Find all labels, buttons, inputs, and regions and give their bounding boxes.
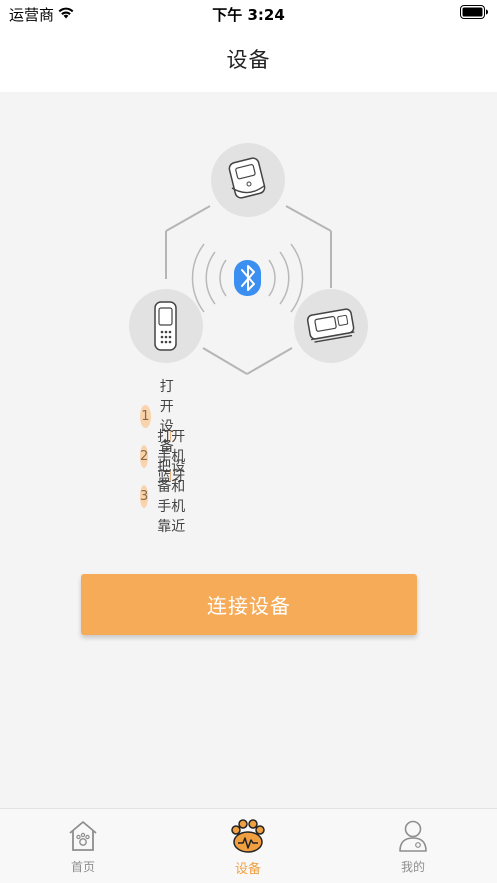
battery-icon xyxy=(460,5,488,19)
step-item: 3 把设备和手机靠近 xyxy=(140,459,186,535)
tab-profile[interactable]: 我的 xyxy=(353,809,473,883)
status-bar: 运营商 下午 3:24 xyxy=(0,0,497,26)
paw-icon xyxy=(231,819,265,853)
tab-device-label: 设备 xyxy=(234,862,261,877)
device-screen: 运营商 下午 3:24 设备 1 打开设备 2 打开手机蓝牙 3 把设备和手机靠… xyxy=(0,0,497,883)
tab-profile-label: 我的 xyxy=(400,860,425,874)
connection-diagram xyxy=(129,143,368,375)
connect-device-button[interactable]: 连接设备 xyxy=(81,574,417,635)
person-icon xyxy=(399,820,427,852)
step-text: 把设备和手机靠近 xyxy=(157,459,186,535)
main-content: 1 打开设备 2 打开手机蓝牙 3 把设备和手机靠近 连接设备 xyxy=(0,92,497,808)
house-icon xyxy=(69,821,97,851)
bluetooth-icon xyxy=(234,260,261,296)
status-time: 下午 3:24 xyxy=(212,6,285,24)
tab-bar: 首页 设备 我的 xyxy=(0,808,497,883)
left-device-icon xyxy=(129,289,203,363)
step-number: 1 xyxy=(140,404,151,428)
step-number: 2 xyxy=(140,444,149,468)
tab-home[interactable]: 首页 xyxy=(23,809,143,883)
nav-bar: 设备 xyxy=(0,26,497,92)
page-title: 设备 xyxy=(226,48,271,72)
tab-device[interactable]: 设备 xyxy=(188,809,308,883)
step-item: 1 打开设备 xyxy=(140,379,186,455)
tab-home-label: 首页 xyxy=(70,860,95,874)
step-number: 3 xyxy=(140,484,149,508)
top-device-icon xyxy=(211,143,285,217)
right-device-icon xyxy=(294,289,368,363)
